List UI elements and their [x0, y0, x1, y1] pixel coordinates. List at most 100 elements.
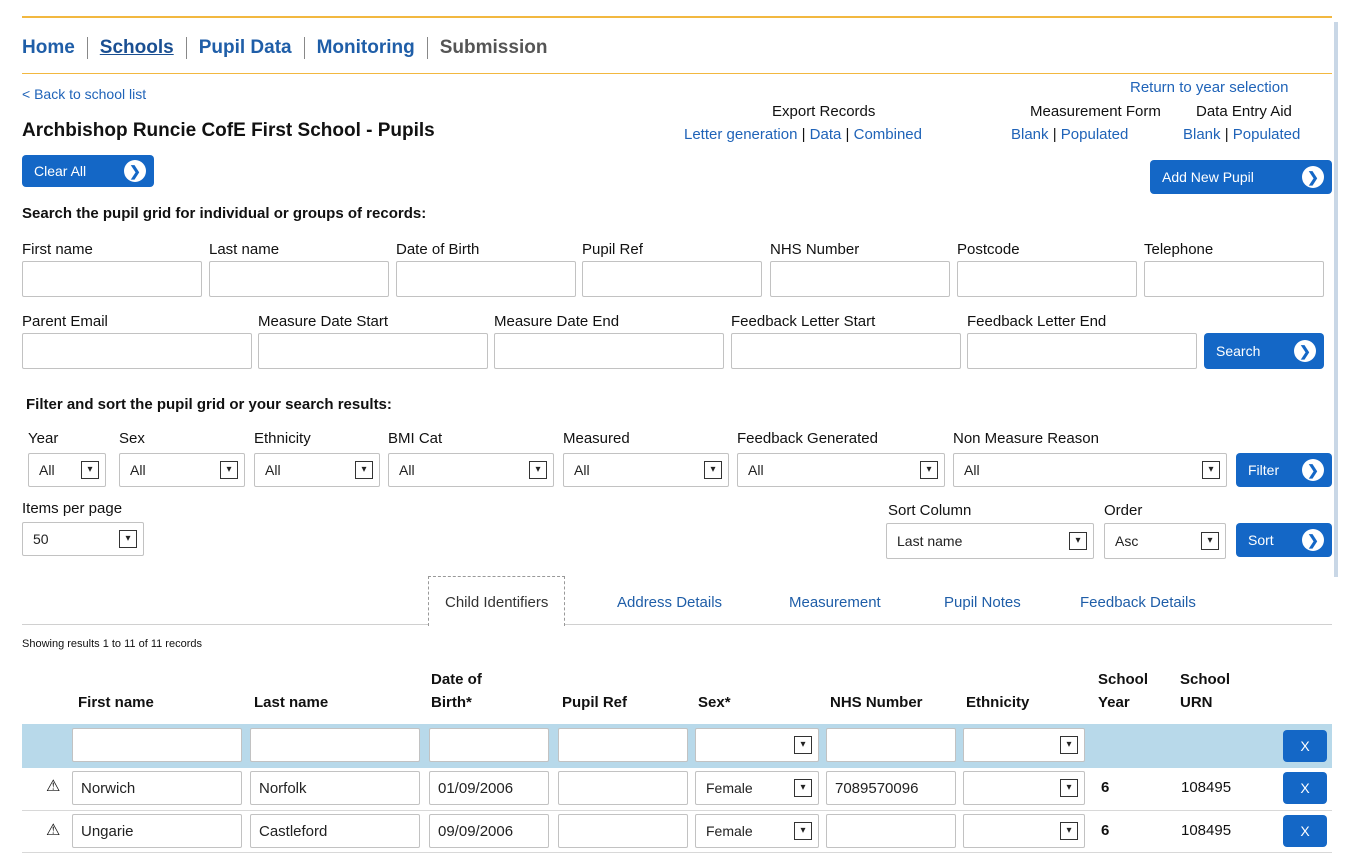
column-header-last-name[interactable]: Last name	[254, 693, 328, 712]
measure-date-end-field[interactable]	[494, 333, 724, 369]
link-separator: |	[801, 126, 806, 143]
data-entry-aid-populated-link[interactable]: Populated	[1233, 126, 1301, 143]
nav-monitoring[interactable]: Monitoring	[317, 37, 415, 59]
chevron-down-icon: ▾	[1060, 779, 1078, 797]
bmi-cat-select[interactable]: All ▾	[388, 453, 554, 487]
tab-feedback-details[interactable]: Feedback Details	[1080, 594, 1196, 611]
parent-email-field[interactable]	[22, 333, 252, 369]
export-combined-link[interactable]: Combined	[854, 126, 922, 143]
grid-filter-pupil-ref[interactable]	[558, 728, 688, 762]
ethnicity-cell[interactable]: ▾	[963, 771, 1085, 805]
postcode-label: Postcode	[957, 241, 1020, 258]
last-name-cell[interactable]: Norfolk	[250, 771, 420, 805]
export-data-link[interactable]: Data	[810, 126, 842, 143]
items-per-page-select[interactable]: 50 ▾	[22, 522, 144, 556]
nhs-number-field[interactable]	[770, 261, 950, 297]
export-records-links: Letter generation | Data | Combined	[684, 126, 922, 143]
first-name-cell[interactable]: Norwich	[72, 771, 242, 805]
sex-filter-label: Sex	[119, 430, 145, 447]
sort-column-value: Last name	[897, 533, 963, 549]
feedback-generated-select[interactable]: All ▾	[737, 453, 945, 487]
pupil-ref-cell[interactable]	[558, 771, 688, 805]
measure-date-start-field[interactable]	[258, 333, 488, 369]
grid-filter-ethnicity[interactable]: ▾	[963, 728, 1085, 762]
column-header-first-name[interactable]: First name	[78, 693, 154, 712]
grid-filter-first-name[interactable]	[72, 728, 242, 762]
delete-row-button[interactable]: X	[1283, 772, 1327, 804]
main-nav: Home Schools Pupil Data Monitoring Submi…	[22, 37, 547, 59]
data-entry-aid-blank-link[interactable]: Blank	[1183, 126, 1221, 143]
column-header-ethnicity[interactable]: Ethnicity	[966, 693, 1029, 712]
last-name-label: Last name	[209, 241, 280, 258]
feedback-generated-filter-label: Feedback Generated	[737, 430, 878, 447]
column-header-dob[interactable]: Date of Birth*	[431, 670, 482, 712]
grid-filter-nhs[interactable]	[826, 728, 956, 762]
filter-button[interactable]: Filter ❯	[1236, 453, 1332, 487]
pupil-ref-cell[interactable]	[558, 814, 688, 848]
first-name-field[interactable]	[22, 261, 202, 297]
order-select[interactable]: Asc ▾	[1104, 523, 1226, 559]
column-header-pupil-ref[interactable]: Pupil Ref	[562, 693, 627, 712]
delete-row-button[interactable]: X	[1283, 815, 1327, 847]
sex-cell[interactable]: Female ▾	[695, 814, 819, 848]
measure-date-start-label: Measure Date Start	[258, 313, 389, 330]
column-header-school-urn[interactable]: School URN	[1180, 670, 1230, 712]
tab-child-identifiers[interactable]: Child Identifiers	[428, 576, 566, 626]
pupil-ref-field[interactable]	[582, 261, 762, 297]
grid-filter-last-name[interactable]	[250, 728, 420, 762]
column-header-urn-line2: URN	[1180, 694, 1213, 711]
clear-all-button[interactable]: Clear All ❯	[22, 155, 154, 187]
nav-schools[interactable]: Schools	[100, 37, 174, 59]
clear-filter-button[interactable]: X	[1283, 730, 1327, 762]
sort-column-select[interactable]: Last name ▾	[886, 523, 1094, 559]
non-measure-reason-select[interactable]: All ▾	[953, 453, 1227, 487]
nav-divider	[86, 37, 88, 59]
grid-filter-sex[interactable]: ▾	[695, 728, 819, 762]
grid-filter-dob[interactable]	[429, 728, 549, 762]
sex-select[interactable]: All ▾	[119, 453, 245, 487]
date-of-birth-label: Date of Birth	[396, 241, 480, 258]
year-select[interactable]: All ▾	[28, 453, 106, 487]
telephone-field[interactable]	[1144, 261, 1324, 297]
first-name-label: First name	[22, 241, 93, 258]
column-header-nhs-number[interactable]: NHS Number	[830, 693, 923, 712]
tab-pupil-notes[interactable]: Pupil Notes	[944, 594, 1021, 611]
search-button[interactable]: Search ❯	[1204, 333, 1324, 369]
tab-address-details[interactable]: Address Details	[617, 594, 722, 611]
chevron-down-icon: ▾	[529, 461, 547, 479]
last-name-field[interactable]	[209, 261, 389, 297]
tab-measurement[interactable]: Measurement	[789, 594, 881, 611]
search-heading: Search the pupil grid for individual or …	[22, 205, 427, 222]
dob-cell[interactable]: 01/09/2006	[429, 771, 549, 805]
column-header-sex[interactable]: Sex*	[698, 693, 731, 712]
last-name-cell[interactable]: Castleford	[250, 814, 420, 848]
bmi-cat-select-value: All	[399, 462, 415, 478]
nhs-cell[interactable]	[826, 814, 956, 848]
column-header-school-year[interactable]: School Year	[1098, 670, 1148, 712]
back-to-school-list-link[interactable]: < Back to school list	[22, 86, 146, 102]
nav-pupil-data[interactable]: Pupil Data	[199, 37, 292, 59]
postcode-field[interactable]	[957, 261, 1137, 297]
sex-cell[interactable]: Female ▾	[695, 771, 819, 805]
measured-select[interactable]: All ▾	[563, 453, 729, 487]
feedback-letter-start-field[interactable]	[731, 333, 961, 369]
sort-button[interactable]: Sort ❯	[1236, 523, 1332, 557]
chevron-down-icon: ▾	[220, 461, 238, 479]
measurement-form-populated-link[interactable]: Populated	[1061, 126, 1129, 143]
nav-submission[interactable]: Submission	[440, 37, 548, 59]
ethnicity-cell[interactable]: ▾	[963, 814, 1085, 848]
ethnicity-select[interactable]: All ▾	[254, 453, 380, 487]
measurement-form-blank-link[interactable]: Blank	[1011, 126, 1049, 143]
date-of-birth-field[interactable]	[396, 261, 576, 297]
return-to-year-selection-link[interactable]: Return to year selection	[1130, 79, 1288, 96]
feedback-letter-end-field[interactable]	[967, 333, 1197, 369]
dob-cell[interactable]: 09/09/2006	[429, 814, 549, 848]
year-select-value: All	[39, 462, 55, 478]
column-header-urn-line1: School	[1180, 671, 1231, 688]
letter-generation-link[interactable]: Letter generation	[684, 126, 797, 143]
nav-home[interactable]: Home	[22, 37, 75, 59]
nhs-cell[interactable]: 7089570096	[826, 771, 956, 805]
scrollbar[interactable]	[1334, 22, 1338, 577]
add-new-pupil-button[interactable]: Add New Pupil ❯	[1150, 160, 1332, 194]
first-name-cell[interactable]: Ungarie	[72, 814, 242, 848]
